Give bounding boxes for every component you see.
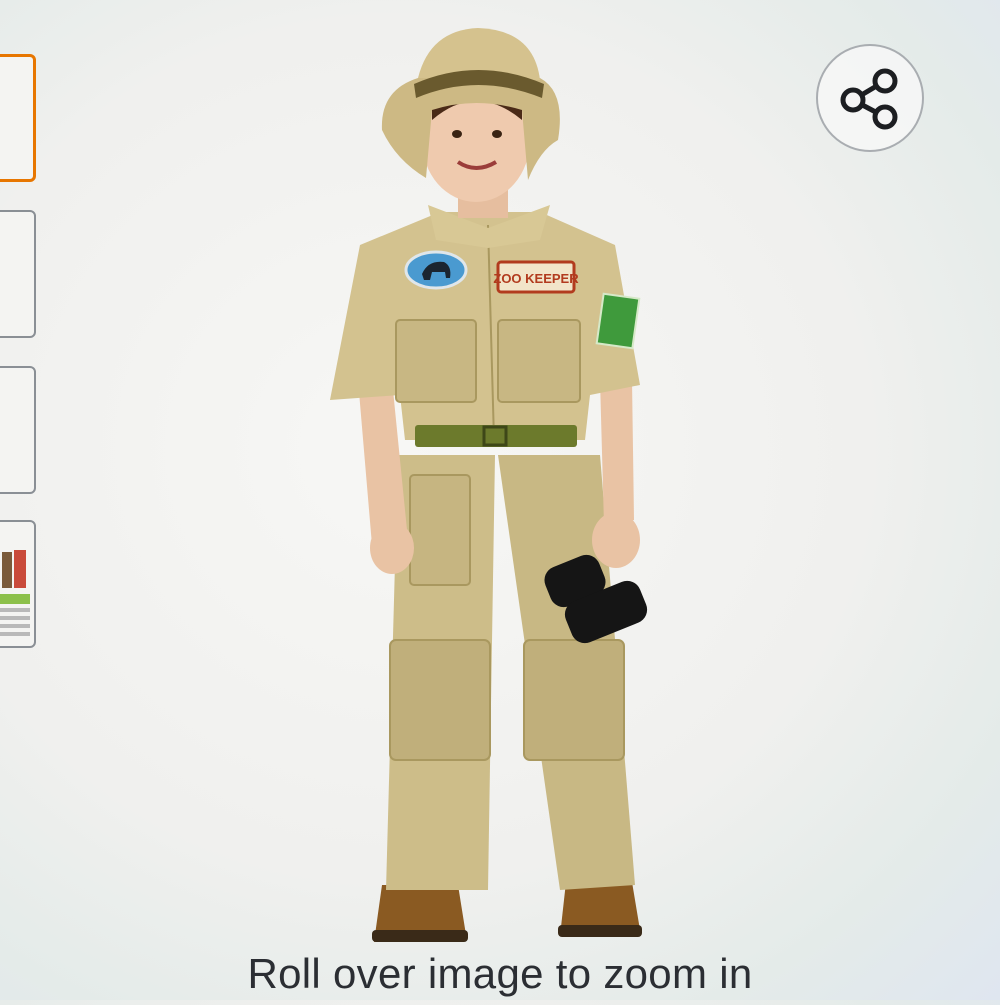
thumbnail-2[interactable] (0, 210, 36, 338)
thumbnail-4-size-chart[interactable] (0, 520, 36, 648)
thumbnail-1[interactable] (0, 54, 36, 182)
pants (386, 455, 635, 890)
zoo-keeper-patch-text: ZOO KEEPER (493, 271, 579, 286)
zoom-hint-text: Roll over image to zoom in (247, 950, 753, 997)
thumbnail-3[interactable] (0, 366, 36, 494)
thumbnail-strip (0, 0, 40, 1000)
share-button[interactable] (816, 44, 924, 152)
boots (372, 882, 642, 942)
zoo-keeper-costume-illustration: ZOO KEEPER (330, 28, 648, 942)
product-main-image[interactable]: ZOO KEEPER (0, 0, 1000, 1000)
share-icon (840, 68, 898, 130)
sleeve-patch (595, 292, 641, 350)
